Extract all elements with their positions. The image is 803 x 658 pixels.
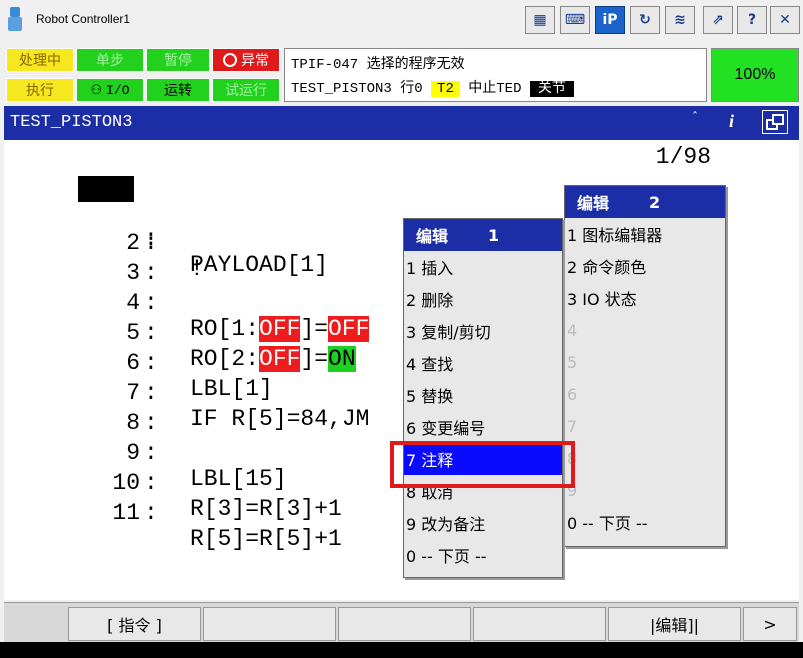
- menu2-item-7: 7: [567, 416, 578, 436]
- status-run: 执行: [6, 78, 74, 102]
- menu1-item-to-remark[interactable]: 9 改为备注: [404, 507, 562, 539]
- program-line[interactable]: 5: RO[2:OFF]=ON: [4, 294, 424, 372]
- program-line[interactable]: 9: LBL[15]: [4, 414, 424, 492]
- info-icon[interactable]: i: [729, 111, 734, 132]
- program-line[interactable]: 4: RO[1:OFF]=OFF: [4, 264, 424, 342]
- alarm-message: TPIF-047 选择的程序无效: [291, 57, 465, 73]
- status-step: 单步: [76, 48, 144, 72]
- program-line[interactable]: 1: PAYLOAD[1]: [4, 174, 424, 278]
- f5-edit-button[interactable]: |编辑]|: [608, 607, 741, 641]
- menu1-item-next-page[interactable]: 0 -- 下页 --: [404, 539, 562, 571]
- menu2-item-icon-editor[interactable]: 1 图标编辑器: [565, 218, 725, 250]
- program-line[interactable]: 8:: [4, 384, 424, 436]
- menu2-item-6: 6: [567, 384, 578, 404]
- program-line[interactable]: 6: LBL[1]: [4, 324, 424, 402]
- f4-button[interactable]: [473, 607, 606, 641]
- status-state: 中止TED: [468, 81, 522, 97]
- status-running: 运转: [146, 78, 210, 102]
- menu1-item-renumber[interactable]: 6 变更编号: [404, 411, 562, 443]
- status-hold: 暂停: [146, 48, 210, 72]
- title-bar: Robot Controller1 ▦ ⌨ iP ↻ ≋ ⇗ ? ✕: [0, 0, 803, 40]
- menu1-item-copy-cut[interactable]: 3 复制/剪切: [404, 315, 562, 347]
- line-number: 11: [112, 500, 140, 526]
- program-line[interactable]: 7: IF R[5]=84,JM: [4, 354, 424, 432]
- teach-pendant-icon[interactable]: ▦: [525, 6, 555, 34]
- fault-circle-icon: [223, 53, 237, 67]
- edit-menu-page-2: 编辑 2 1 图标编辑器 2 命令颜色 3 IO 状态 4 5 6 7 8 9 …: [564, 185, 726, 547]
- coord-badge: 关节: [529, 81, 574, 97]
- menu2-item-next-page[interactable]: 0 -- 下页 --: [565, 506, 725, 538]
- mode-badge: T2: [431, 81, 460, 97]
- caret-icon: ˆ: [692, 110, 698, 124]
- menu2-item-5: 5: [567, 352, 578, 372]
- menu1-title: 编辑: [416, 227, 449, 246]
- line-colon: :: [144, 500, 158, 526]
- program-name: TEST_PISTON3: [10, 113, 133, 132]
- bottom-strip: [0, 642, 803, 658]
- window-title: Robot Controller1: [36, 12, 131, 26]
- program-line[interactable]: 2: !: [4, 204, 424, 282]
- status-io-label: I/O: [106, 82, 130, 98]
- status-program: TEST_PISTON3: [291, 81, 392, 97]
- status-io: ⚇ I/O: [76, 78, 144, 102]
- menu1-item-insert[interactable]: 1 插入: [404, 251, 562, 283]
- window-switch-icon[interactable]: [762, 110, 788, 134]
- menu2-item-8: 8: [567, 448, 578, 468]
- highlight-box: [390, 441, 575, 488]
- status-fault-label: 异常: [241, 53, 269, 69]
- line-code: R[5]=R[5]+1: [190, 526, 342, 552]
- f1-instruction-button[interactable]: [ 指令 ]: [68, 607, 201, 641]
- menu1-item-replace[interactable]: 5 替换: [404, 379, 562, 411]
- menu1-page: 1: [488, 225, 500, 245]
- menu2-item-io-status[interactable]: 3 IO 状态: [565, 282, 725, 314]
- close-icon[interactable]: ✕: [770, 6, 800, 34]
- line-cursor: [78, 176, 134, 202]
- jog-icon[interactable]: ≋: [665, 6, 695, 34]
- robot-icon: [8, 7, 22, 31]
- status-processing: 处理中: [6, 48, 74, 72]
- menu2-title: 编辑: [577, 194, 610, 213]
- menu2-header: 编辑 2: [565, 186, 725, 218]
- program-line[interactable]: 10: R[3]=R[3]+1: [4, 444, 424, 522]
- help-icon[interactable]: ?: [737, 6, 767, 34]
- status-panel: 处理中 单步 暂停 异常 执行 ⚇ I/O 运转 试运行 TPIF-047 选择…: [0, 40, 803, 104]
- line-position: 1/98: [655, 144, 711, 170]
- keyboard-icon[interactable]: ⌨: [560, 6, 590, 34]
- message-box: TPIF-047 选择的程序无效 TEST_PISTON3 行0 T2 中止TE…: [284, 48, 707, 102]
- ip-icon[interactable]: iP: [595, 6, 625, 34]
- override-percent[interactable]: 100%: [711, 48, 799, 102]
- edit-menu-page-1: 编辑 1 1 插入 2 删除 3 复制/剪切 4 查找 5 替换 6 变更编号 …: [403, 218, 563, 578]
- reset-icon[interactable]: ↻: [630, 6, 660, 34]
- f3-button[interactable]: [338, 607, 471, 641]
- program-line[interactable]: 3:: [4, 234, 424, 286]
- program-status-line: TEST_PISTON3 行0 T2 中止TED 关节: [291, 77, 574, 97]
- f2-button[interactable]: [203, 607, 336, 641]
- next-page-button[interactable]: >: [743, 607, 797, 641]
- menu2-item-4: 4: [567, 320, 578, 340]
- program-header: TEST_PISTON3 ˆ i: [4, 106, 799, 140]
- menu1-item-delete[interactable]: 2 删除: [404, 283, 562, 315]
- status-fault: 异常: [212, 48, 280, 72]
- io-person-icon: ⚇: [90, 82, 103, 98]
- menu1-header: 编辑 1: [404, 219, 562, 251]
- menu2-page: 2: [649, 192, 661, 212]
- menu1-item-find[interactable]: 4 查找: [404, 347, 562, 379]
- program-line[interactable]: 11: R[5]=R[5]+1: [4, 474, 424, 552]
- menu2-item-9: 9: [567, 480, 578, 500]
- external-link-icon[interactable]: ⇗: [703, 6, 733, 34]
- status-line: 行0: [400, 81, 423, 97]
- status-test-run: 试运行: [212, 78, 280, 102]
- function-key-bar: [ 指令 ] |编辑]| >: [4, 602, 799, 642]
- menu2-item-command-color[interactable]: 2 命令颜色: [565, 250, 725, 282]
